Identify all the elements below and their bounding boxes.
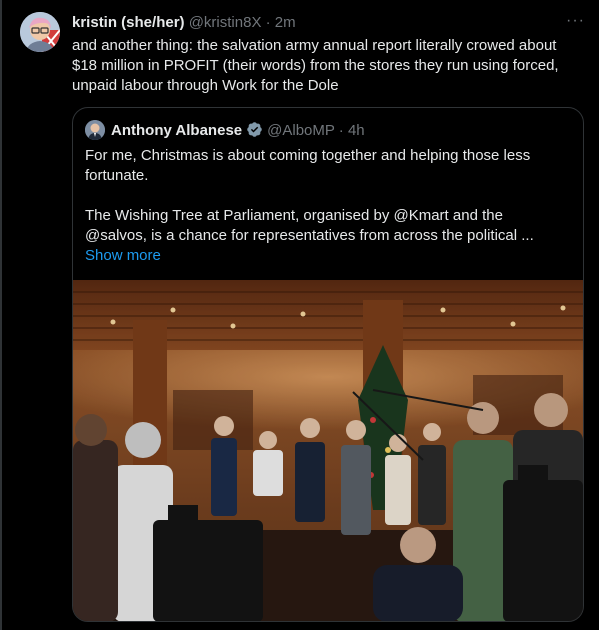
quoted-tweet[interactable]: Anthony Albanese @AlboMP · 4h For me, Chr… [72, 107, 584, 622]
quoted-photo[interactable] [73, 280, 583, 621]
separator: · [265, 14, 271, 31]
tweet-text: and another thing: the salvation army an… [72, 37, 559, 94]
quoted-text: For me, Christmas is about coming togeth… [85, 146, 565, 266]
quoted-display-name[interactable]: Anthony Albanese [111, 122, 242, 139]
verified-badge-icon [247, 122, 262, 137]
avatar[interactable] [20, 12, 60, 52]
more-options-icon[interactable]: ··· [566, 12, 585, 30]
tweet-header: kristin (she/her) @kristin8X · 2m [72, 14, 296, 31]
quoted-separator: · [338, 122, 344, 139]
quoted-timestamp[interactable]: 4h [348, 122, 365, 139]
quoted-avatar[interactable] [85, 120, 105, 140]
tweet[interactable]: kristin (she/her) @kristin8X · 2m ··· an… [0, 0, 599, 630]
paragraph-spacer [85, 186, 565, 206]
quoted-paragraph-2: The Wishing Tree at Parliament, organise… [85, 207, 534, 244]
quoted-paragraph-1: For me, Christmas is about coming togeth… [85, 147, 531, 184]
display-name[interactable]: kristin (she/her) [72, 14, 185, 31]
timestamp[interactable]: 2m [275, 14, 296, 31]
show-more-link[interactable]: Show more [85, 247, 161, 264]
quoted-header: Anthony Albanese @AlboMP · 4h [111, 121, 365, 139]
quoted-handle[interactable]: @AlboMP [267, 122, 334, 139]
handle[interactable]: @kristin8X [189, 14, 262, 31]
